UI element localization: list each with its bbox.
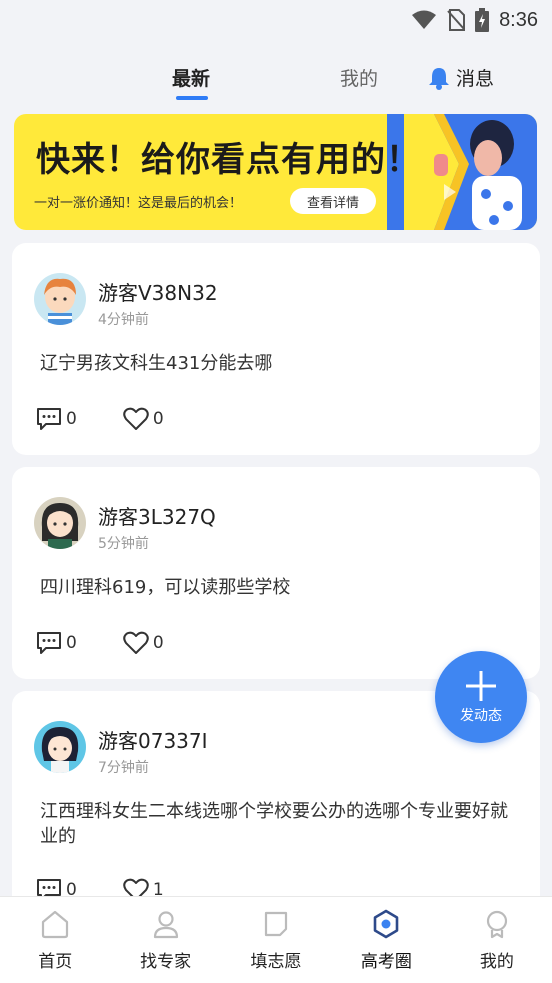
- like-count: 0: [152, 633, 164, 653]
- nav-circle-label: 高考圈: [360, 952, 412, 972]
- post-card[interactable]: 游客V38N32 4分钟前 辽宁男孩文科生431分能去哪 0 0: [12, 243, 540, 455]
- circle-icon: [374, 909, 399, 939]
- battery-icon: [475, 8, 490, 32]
- bell-icon: [429, 67, 449, 90]
- post-card[interactable]: 游客3L327Q 5分钟前 四川理科619，可以读那些学校 0 0: [12, 467, 540, 679]
- post-time: 4分钟前: [98, 312, 149, 328]
- like-count: 0: [152, 409, 164, 429]
- tab-mine[interactable]: 我的: [340, 64, 378, 91]
- nav-home[interactable]: 首页: [0, 897, 110, 983]
- new-post-button[interactable]: 发动态: [435, 651, 527, 743]
- banner-subtitle: 一对一涨价通知！这是最后的机会！: [34, 196, 243, 211]
- comment-icon: [37, 408, 61, 430]
- like-button[interactable]: 0: [123, 631, 164, 655]
- bottom-nav: 首页 找专家 填志愿 高考圈 我的: [0, 896, 552, 983]
- post-actions: 0 0: [36, 406, 164, 432]
- post-actions: 0 0: [36, 630, 164, 656]
- home-icon: [42, 910, 69, 939]
- post-time: 5分钟前: [98, 536, 149, 552]
- user-name[interactable]: 游客V38N32: [98, 277, 218, 306]
- plus-icon: [466, 671, 496, 701]
- banner-title: 快来！给你看点有用的！: [36, 140, 421, 180]
- new-post-label: 发动态: [460, 708, 502, 724]
- avatar[interactable]: [34, 721, 86, 773]
- nav-application-label: 填志愿: [250, 952, 302, 972]
- top-tabs: 最新 我的 消息: [0, 58, 552, 108]
- post-text[interactable]: 江西理科女生二本线选哪个学校要公办的选哪个专业要好就业的: [40, 799, 520, 849]
- tab-messages[interactable]: 消息: [428, 64, 494, 91]
- tab-latest[interactable]: 最新: [172, 64, 210, 91]
- banner-illustration: [404, 114, 522, 230]
- comment-count: 0: [66, 633, 77, 653]
- status-bar: 8:36: [0, 0, 552, 40]
- comment-button[interactable]: 0: [36, 407, 77, 431]
- profile-icon: [486, 910, 507, 939]
- nav-application[interactable]: 填志愿: [221, 897, 331, 983]
- post-text[interactable]: 辽宁男孩文科生431分能去哪: [40, 351, 520, 376]
- like-button[interactable]: 0: [123, 407, 164, 431]
- post-text[interactable]: 四川理科619，可以读那些学校: [40, 575, 520, 600]
- post-time: 7分钟前: [98, 760, 149, 776]
- nav-expert-label: 找专家: [140, 952, 192, 972]
- banner-details-button[interactable]: 查看详情: [290, 188, 376, 214]
- wifi-icon: [411, 10, 437, 30]
- heart-icon: [123, 407, 149, 430]
- application-icon: [264, 911, 288, 937]
- avatar[interactable]: [34, 497, 86, 549]
- nav-profile-label: 我的: [479, 952, 514, 972]
- comment-icon: [37, 632, 61, 654]
- status-time: 8:36: [499, 8, 538, 31]
- heart-icon: [123, 631, 149, 654]
- comment-count: 0: [66, 409, 77, 429]
- no-sim-icon: [447, 9, 466, 31]
- tab-messages-label: 消息: [456, 68, 495, 90]
- nav-home-label: 首页: [38, 952, 73, 972]
- user-name[interactable]: 游客07337I: [98, 725, 208, 754]
- avatar[interactable]: [34, 273, 86, 325]
- user-name[interactable]: 游客3L327Q: [98, 501, 216, 530]
- promo-banner[interactable]: 快来！给你看点有用的！ 一对一涨价通知！这是最后的机会！ 查看详情: [14, 114, 537, 230]
- tab-indicator: [176, 96, 208, 100]
- nav-profile[interactable]: 我的: [442, 897, 552, 983]
- expert-icon: [153, 911, 178, 939]
- nav-circle[interactable]: 高考圈: [331, 897, 441, 983]
- comment-button[interactable]: 0: [36, 631, 77, 655]
- nav-expert[interactable]: 找专家: [110, 897, 220, 983]
